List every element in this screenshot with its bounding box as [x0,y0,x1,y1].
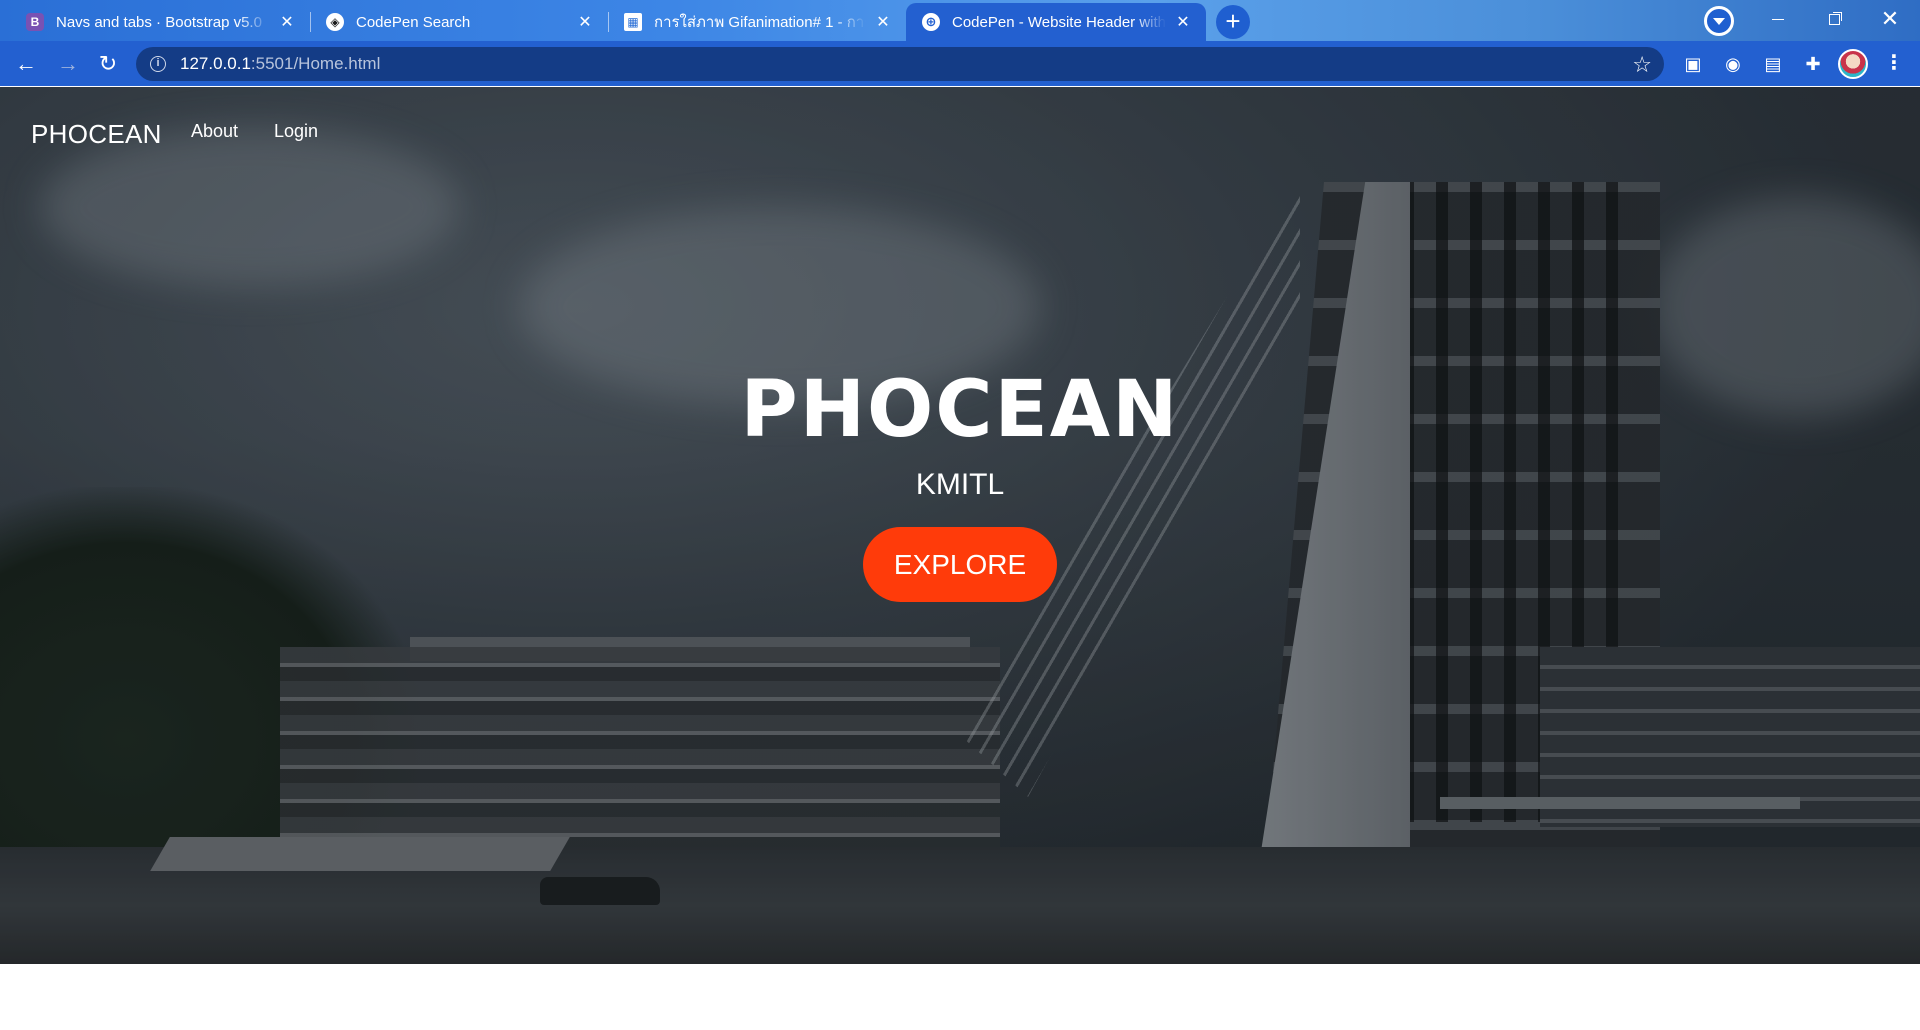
explore-button[interactable]: EXPLORE [863,527,1057,602]
hero-overlay [0,87,1920,964]
nav-link-login[interactable]: Login [274,121,318,142]
site-brand[interactable]: PHOCEAN [31,119,162,150]
site-info-icon[interactable]: i [150,56,166,72]
back-icon[interactable]: ← [10,48,42,80]
page-body-below-hero [0,964,1920,1030]
close-icon[interactable]: ✕ [874,13,892,31]
tab-bootstrap[interactable]: B Navs and tabs · Bootstrap v5.0 ✕ [10,3,310,41]
url-host: 127.0.0.1 [180,54,251,73]
tab-title: การใส่ภาพ Gifanimation# 1 - การใส่ [654,14,866,31]
close-icon[interactable]: ✕ [278,13,296,31]
hero-section: PHOCEAN About Login PHOCEAN KMITL EXPLOR… [0,87,1920,964]
reload-icon[interactable]: ↻ [92,48,124,80]
url-path: :5501/Home.html [250,54,381,73]
cast-icon[interactable]: ▣ [1680,51,1706,77]
document-icon: ▦ [624,13,642,31]
close-window-button[interactable]: ✕ [1862,0,1918,38]
tab-search-icon[interactable] [1704,6,1734,36]
tab-title: Navs and tabs · Bootstrap v5.0 [56,13,262,31]
tab-codepen-search[interactable]: ◈ CodePen Search ✕ [310,3,608,41]
bootstrap-icon: B [26,13,44,31]
tab-codepen-header[interactable]: ⊕ CodePen - Website Header with I ✕ [906,3,1206,41]
hero-subtitle: KMITL [915,468,1005,501]
camera-icon[interactable]: ◉ [1720,51,1746,77]
forward-icon[interactable]: → [52,48,84,80]
site-navbar: PHOCEAN About Login [0,87,1920,177]
tab-gifanimation[interactable]: ▦ การใส่ภาพ Gifanimation# 1 - การใส่ ✕ [608,3,906,41]
address-bar[interactable]: i 127.0.0.1 :5501/Home.html ☆ [136,47,1664,81]
browser-tab-strip: B Navs and tabs · Bootstrap v5.0 ✕ ◈ Cod… [0,0,1920,41]
hero-title: PHOCEAN [740,365,1180,455]
bookmark-star-icon[interactable]: ☆ [1632,52,1652,78]
browser-toolbar: ← → ↻ i 127.0.0.1 :5501/Home.html ☆ ▣ ◉ … [0,41,1920,128]
globe-icon: ⊕ [922,13,940,31]
close-icon[interactable]: ✕ [1174,13,1192,31]
close-icon[interactable]: ✕ [576,13,594,31]
extension-icon[interactable]: ▤ [1760,51,1786,77]
minimize-button[interactable] [1750,0,1806,38]
maximize-button[interactable] [1806,0,1862,38]
codepen-icon: ◈ [326,13,344,31]
nav-link-about[interactable]: About [191,121,238,142]
avatar[interactable] [1838,49,1868,79]
puzzle-icon[interactable]: ✚ [1800,51,1826,77]
menu-icon[interactable]: ⋮ [1884,51,1904,77]
new-tab-button[interactable]: + [1216,5,1250,39]
tab-title: CodePen - Website Header with I [952,13,1166,31]
tab-title: CodePen Search [356,13,471,31]
